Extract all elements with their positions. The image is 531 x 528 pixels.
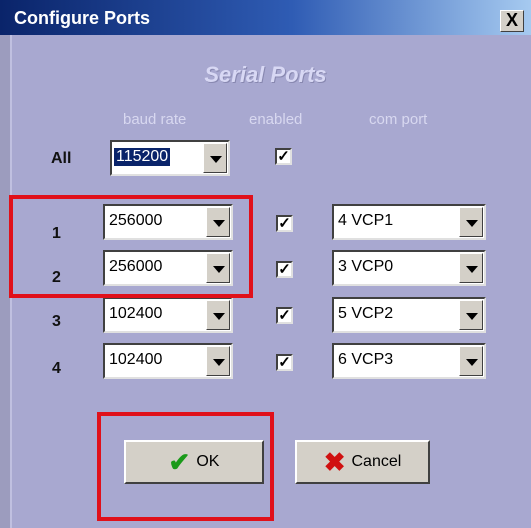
enabled-checkbox-2[interactable]: ✓ (276, 261, 293, 278)
dropdown-arrow-icon[interactable] (459, 207, 483, 237)
baud-rate-value: 102400 (109, 305, 163, 322)
x-icon: ✖ (323, 447, 346, 477)
section-title: Serial Ports (204, 62, 327, 87)
highlight-box-ok (97, 412, 274, 521)
dropdown-arrow-icon[interactable] (203, 143, 227, 173)
check-mark-icon: ✓ (277, 148, 290, 165)
com-port-select-3[interactable]: 5 VCP2 (332, 297, 486, 333)
com-port-select-1[interactable]: 4 VCP1 (332, 204, 486, 240)
check-mark-icon: ✓ (278, 307, 291, 324)
check-mark-icon: ✓ (278, 354, 291, 371)
dropdown-arrow-icon[interactable] (459, 300, 483, 330)
column-header-com-port: com port (369, 111, 428, 128)
column-header-enabled: enabled (249, 111, 303, 128)
row-label-all: All (51, 150, 72, 167)
baud-rate-select-4[interactable]: 102400 (103, 343, 233, 379)
row-label-3: 3 (52, 313, 61, 330)
dropdown-arrow-icon[interactable] (206, 300, 230, 330)
highlight-box-rows (9, 195, 253, 298)
baud-rate-value: 115200 (114, 148, 171, 166)
baud-rate-select-all[interactable]: 115200 (110, 140, 230, 176)
enabled-checkbox-4[interactable]: ✓ (276, 354, 293, 371)
baud-rate-select-3[interactable]: 102400 (103, 297, 233, 333)
enabled-checkbox-all[interactable]: ✓ (275, 148, 292, 165)
dropdown-arrow-icon[interactable] (459, 253, 483, 283)
dropdown-arrow-icon[interactable] (206, 346, 230, 376)
cancel-button[interactable]: ✖ Cancel (295, 440, 430, 484)
dropdown-arrow-icon[interactable] (459, 346, 483, 376)
check-mark-icon: ✓ (278, 261, 291, 278)
enabled-checkbox-1[interactable]: ✓ (276, 215, 293, 232)
com-port-select-2[interactable]: 3 VCP0 (332, 250, 486, 286)
com-port-value: 4 VCP1 (338, 212, 394, 229)
close-icon: X (505, 10, 518, 30)
baud-rate-value: 102400 (109, 351, 163, 368)
com-port-value: 3 VCP0 (338, 258, 394, 275)
com-port-select-4[interactable]: 6 VCP3 (332, 343, 486, 379)
check-mark-icon: ✓ (278, 215, 291, 232)
title-bar: Configure Ports X (0, 0, 531, 35)
enabled-checkbox-3[interactable]: ✓ (276, 307, 293, 324)
com-port-value: 5 VCP2 (338, 305, 394, 322)
cancel-button-label: Cancel (351, 453, 402, 470)
row-label-4: 4 (52, 360, 61, 377)
window-title: Configure Ports (14, 8, 151, 28)
com-port-value: 6 VCP3 (338, 351, 394, 368)
close-button[interactable]: X (500, 10, 524, 32)
column-header-baud-rate: baud rate (123, 111, 187, 128)
